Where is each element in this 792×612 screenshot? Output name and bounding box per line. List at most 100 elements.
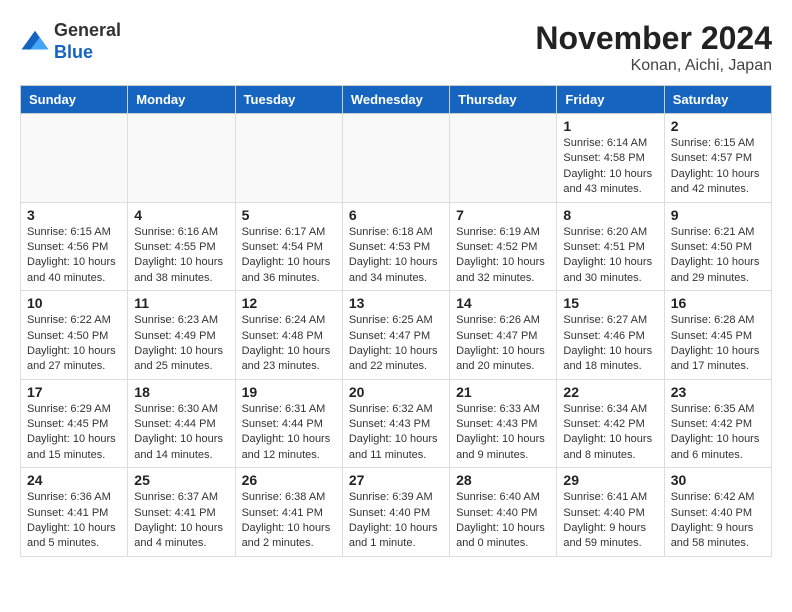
day-info: Sunrise: 6:33 AM Sunset: 4:43 PM Dayligh… — [456, 402, 550, 464]
calendar-cell — [342, 114, 449, 203]
day-info: Sunrise: 6:35 AM Sunset: 4:42 PM Dayligh… — [671, 402, 765, 464]
day-number: 2 — [671, 118, 765, 134]
weekday-header-row: SundayMondayTuesdayWednesdayThursdayFrid… — [21, 86, 772, 114]
calendar-cell: 23 Sunrise: 6:35 AM Sunset: 4:42 PM Dayli… — [664, 379, 771, 468]
calendar-cell: 22Sunrise: 6:34 AM Sunset: 4:42 PM Dayli… — [557, 379, 664, 468]
day-info: Sunrise: 6:19 AM Sunset: 4:52 PM Dayligh… — [456, 225, 550, 287]
day-number: 18 — [134, 384, 228, 400]
day-info: Sunrise: 6:17 AM Sunset: 4:54 PM Dayligh… — [242, 225, 336, 287]
day-info: Sunrise: 6:34 AM Sunset: 4:42 PM Dayligh… — [563, 402, 657, 464]
calendar-cell: 9Sunrise: 6:21 AM Sunset: 4:50 PM Daylig… — [664, 202, 771, 291]
calendar-cell: 30 Sunrise: 6:42 AM Sunset: 4:40 PM Dayli… — [664, 468, 771, 557]
day-info: Sunrise: 6:40 AM Sunset: 4:40 PM Dayligh… — [456, 490, 550, 552]
calendar-cell — [21, 114, 128, 203]
day-number: 10 — [27, 295, 121, 311]
day-info: Sunrise: 6:18 AM Sunset: 4:53 PM Dayligh… — [349, 225, 443, 287]
day-info: Sunrise: 6:29 AM Sunset: 4:45 PM Dayligh… — [27, 402, 121, 464]
calendar-cell: 11Sunrise: 6:23 AM Sunset: 4:49 PM Dayli… — [128, 291, 235, 380]
calendar-cell — [235, 114, 342, 203]
calendar-cell: 20 Sunrise: 6:32 AM Sunset: 4:43 PM Dayli… — [342, 379, 449, 468]
calendar-cell: 29 Sunrise: 6:41 AM Sunset: 4:40 PM Dayli… — [557, 468, 664, 557]
week-row-5: 24 Sunrise: 6:36 AM Sunset: 4:41 PM Dayli… — [21, 468, 772, 557]
day-number: 8 — [563, 207, 657, 223]
day-number: 16 — [671, 295, 765, 311]
calendar-cell: 25 Sunrise: 6:37 AM Sunset: 4:41 PM Dayli… — [128, 468, 235, 557]
day-info: Sunrise: 6:37 AM Sunset: 4:41 PM Dayligh… — [134, 490, 228, 552]
location: Konan, Aichi, Japan — [535, 57, 772, 75]
day-number: 7 — [456, 207, 550, 223]
day-info: Sunrise: 6:42 AM Sunset: 4:40 PM Dayligh… — [671, 490, 765, 552]
calendar-cell: 15 Sunrise: 6:27 AM Sunset: 4:46 PM Dayli… — [557, 291, 664, 380]
week-row-1: 1 Sunrise: 6:14 AM Sunset: 4:58 PM Daylig… — [21, 114, 772, 203]
calendar-cell: 4 Sunrise: 6:16 AM Sunset: 4:55 PM Daylig… — [128, 202, 235, 291]
day-number: 5 — [242, 207, 336, 223]
day-info: Sunrise: 6:16 AM Sunset: 4:55 PM Dayligh… — [134, 225, 228, 287]
day-number: 4 — [134, 207, 228, 223]
day-info: Sunrise: 6:24 AM Sunset: 4:48 PM Dayligh… — [242, 313, 336, 375]
weekday-header-monday: Monday — [128, 86, 235, 114]
calendar-cell: 19Sunrise: 6:31 AM Sunset: 4:44 PM Dayli… — [235, 379, 342, 468]
day-number: 9 — [671, 207, 765, 223]
page-header: General Blue November 2024 Konan, Aichi,… — [20, 20, 772, 75]
month-title: November 2024 — [535, 20, 772, 57]
day-info: Sunrise: 6:38 AM Sunset: 4:41 PM Dayligh… — [242, 490, 336, 552]
calendar-cell: 3 Sunrise: 6:15 AM Sunset: 4:56 PM Daylig… — [21, 202, 128, 291]
day-info: Sunrise: 6:15 AM Sunset: 4:56 PM Dayligh… — [27, 225, 121, 287]
day-number: 24 — [27, 472, 121, 488]
day-info: Sunrise: 6:39 AM Sunset: 4:40 PM Dayligh… — [349, 490, 443, 552]
day-number: 20 — [349, 384, 443, 400]
day-info: Sunrise: 6:20 AM Sunset: 4:51 PM Dayligh… — [563, 225, 657, 287]
day-number: 26 — [242, 472, 336, 488]
calendar-cell: 5 Sunrise: 6:17 AM Sunset: 4:54 PM Daylig… — [235, 202, 342, 291]
day-number: 30 — [671, 472, 765, 488]
week-row-3: 10 Sunrise: 6:22 AM Sunset: 4:50 PM Dayli… — [21, 291, 772, 380]
weekday-header-thursday: Thursday — [450, 86, 557, 114]
day-info: Sunrise: 6:28 AM Sunset: 4:45 PM Dayligh… — [671, 313, 765, 375]
calendar-cell — [128, 114, 235, 203]
day-number: 3 — [27, 207, 121, 223]
logo: General Blue — [20, 20, 121, 63]
weekday-header-saturday: Saturday — [664, 86, 771, 114]
calendar-cell: 24 Sunrise: 6:36 AM Sunset: 4:41 PM Dayli… — [21, 468, 128, 557]
day-number: 21 — [456, 384, 550, 400]
weekday-header-wednesday: Wednesday — [342, 86, 449, 114]
day-number: 12 — [242, 295, 336, 311]
calendar-cell: 7 Sunrise: 6:19 AM Sunset: 4:52 PM Daylig… — [450, 202, 557, 291]
calendar-cell: 6 Sunrise: 6:18 AM Sunset: 4:53 PM Daylig… — [342, 202, 449, 291]
weekday-header-sunday: Sunday — [21, 86, 128, 114]
title-block: November 2024 Konan, Aichi, Japan — [535, 20, 772, 75]
day-info: Sunrise: 6:32 AM Sunset: 4:43 PM Dayligh… — [349, 402, 443, 464]
day-number: 13 — [349, 295, 443, 311]
calendar-cell: 21 Sunrise: 6:33 AM Sunset: 4:43 PM Dayli… — [450, 379, 557, 468]
weekday-header-tuesday: Tuesday — [235, 86, 342, 114]
logo-text: General Blue — [54, 20, 121, 63]
day-number: 25 — [134, 472, 228, 488]
day-number: 1 — [563, 118, 657, 134]
calendar-cell: 14Sunrise: 6:26 AM Sunset: 4:47 PM Dayli… — [450, 291, 557, 380]
calendar-cell: 16 Sunrise: 6:28 AM Sunset: 4:45 PM Dayli… — [664, 291, 771, 380]
day-info: Sunrise: 6:14 AM Sunset: 4:58 PM Dayligh… — [563, 136, 657, 198]
calendar-cell: 12 Sunrise: 6:24 AM Sunset: 4:48 PM Dayli… — [235, 291, 342, 380]
calendar-cell: 10 Sunrise: 6:22 AM Sunset: 4:50 PM Dayli… — [21, 291, 128, 380]
calendar-cell: 18 Sunrise: 6:30 AM Sunset: 4:44 PM Dayli… — [128, 379, 235, 468]
day-info: Sunrise: 6:23 AM Sunset: 4:49 PM Dayligh… — [134, 313, 228, 375]
day-info: Sunrise: 6:30 AM Sunset: 4:44 PM Dayligh… — [134, 402, 228, 464]
day-number: 15 — [563, 295, 657, 311]
weekday-header-friday: Friday — [557, 86, 664, 114]
day-number: 23 — [671, 384, 765, 400]
day-info: Sunrise: 6:31 AM Sunset: 4:44 PM Dayligh… — [242, 402, 336, 464]
day-number: 6 — [349, 207, 443, 223]
day-info: Sunrise: 6:27 AM Sunset: 4:46 PM Dayligh… — [563, 313, 657, 375]
day-number: 29 — [563, 472, 657, 488]
day-info: Sunrise: 6:15 AM Sunset: 4:57 PM Dayligh… — [671, 136, 765, 198]
day-info: Sunrise: 6:25 AM Sunset: 4:47 PM Dayligh… — [349, 313, 443, 375]
day-number: 14 — [456, 295, 550, 311]
calendar-cell — [450, 114, 557, 203]
day-number: 28 — [456, 472, 550, 488]
calendar-cell: 2 Sunrise: 6:15 AM Sunset: 4:57 PM Daylig… — [664, 114, 771, 203]
day-info: Sunrise: 6:36 AM Sunset: 4:41 PM Dayligh… — [27, 490, 121, 552]
day-info: Sunrise: 6:41 AM Sunset: 4:40 PM Dayligh… — [563, 490, 657, 552]
calendar-cell: 13 Sunrise: 6:25 AM Sunset: 4:47 PM Dayli… — [342, 291, 449, 380]
day-info: Sunrise: 6:22 AM Sunset: 4:50 PM Dayligh… — [27, 313, 121, 375]
calendar-cell: 26 Sunrise: 6:38 AM Sunset: 4:41 PM Dayli… — [235, 468, 342, 557]
